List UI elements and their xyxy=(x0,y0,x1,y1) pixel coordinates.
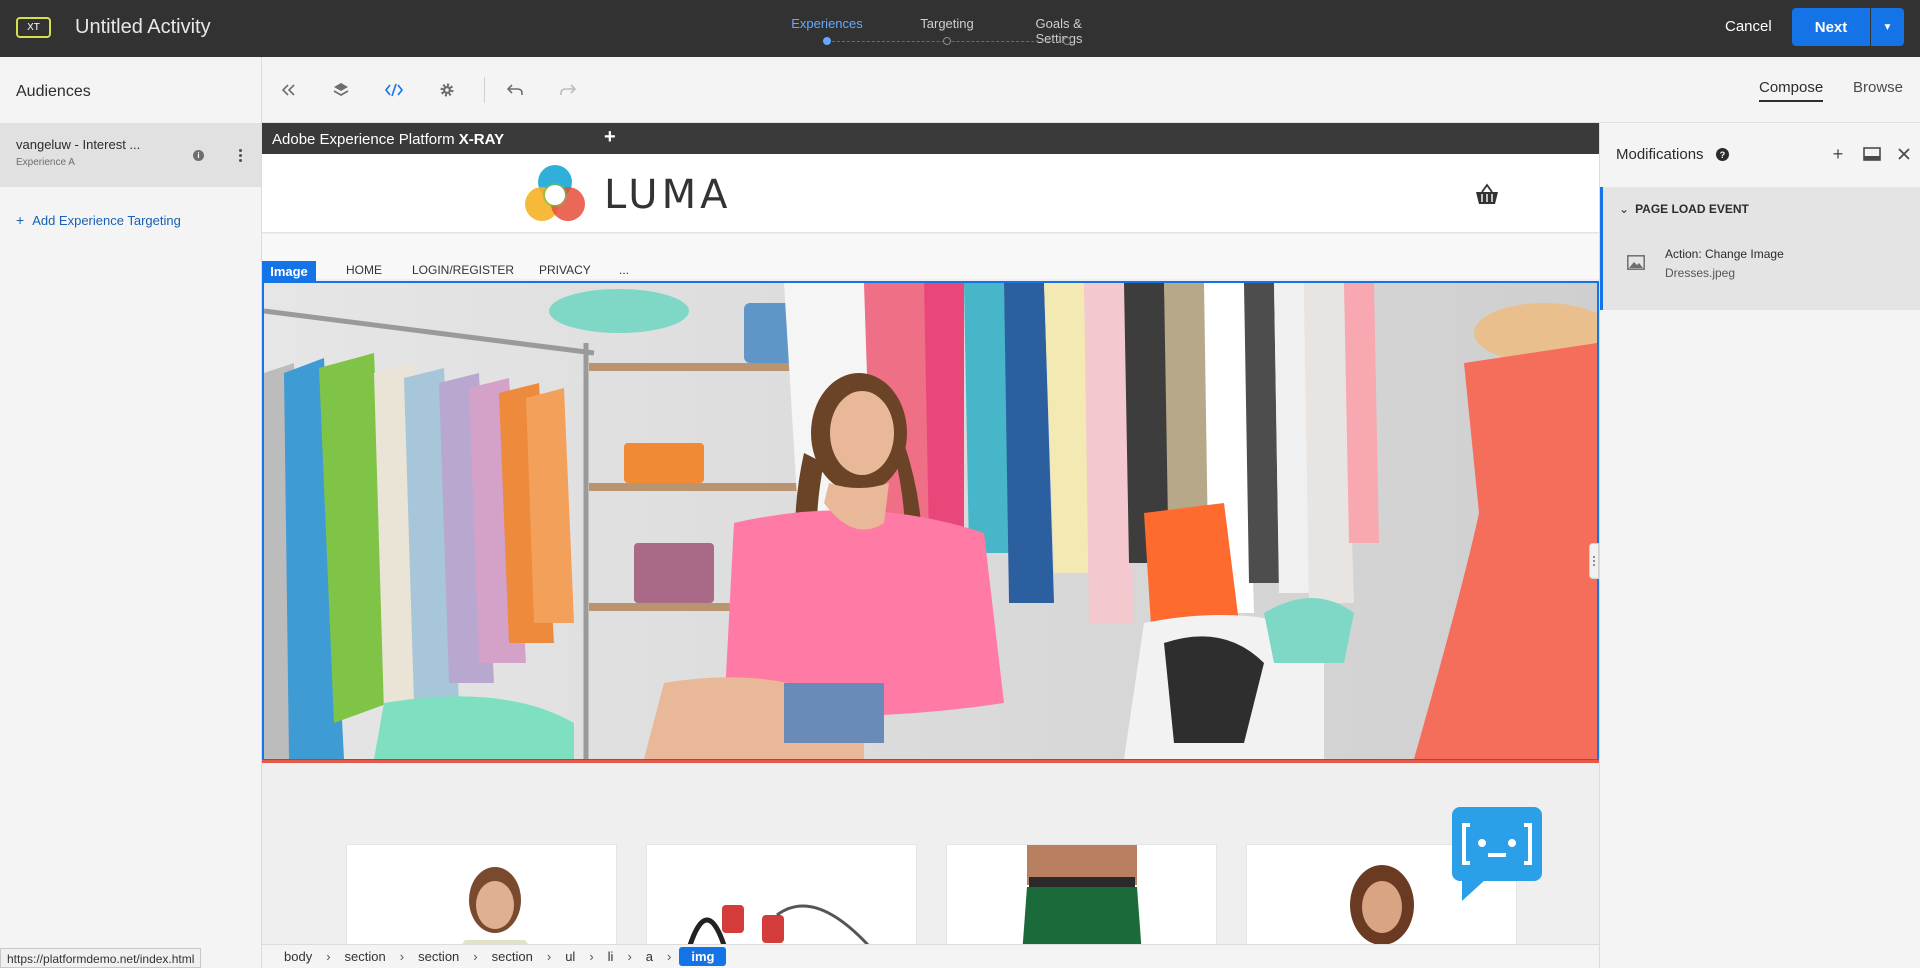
modifications-panel: Modifications ? + ⌄ PAGE LOAD EVENT Actio… xyxy=(1599,123,1920,968)
event-title[interactable]: ⌄ PAGE LOAD EVENT xyxy=(1619,202,1749,216)
site-header: LUMA xyxy=(262,154,1599,233)
next-button[interactable]: Next xyxy=(1792,8,1870,46)
page-load-event-section[interactable]: ⌄ PAGE LOAD EVENT Action: Change Image Dr… xyxy=(1600,187,1920,310)
product-card[interactable] xyxy=(646,844,917,944)
chevron-down-icon: ⌄ xyxy=(1619,202,1630,216)
nav-privacy[interactable]: PRIVACY xyxy=(539,263,591,277)
chevron-right-icon: › xyxy=(326,949,331,964)
top-bar: XT Untitled Activity Experiences Targeti… xyxy=(0,0,1920,57)
crumb-section[interactable]: section xyxy=(339,947,392,966)
nav-login-register[interactable]: LOGIN/REGISTER xyxy=(412,263,514,277)
action-file: Dresses.jpeg xyxy=(1665,266,1736,280)
crumb-section[interactable]: section xyxy=(486,947,539,966)
tab-compose[interactable]: Compose xyxy=(1759,79,1824,102)
chevron-right-icon: › xyxy=(546,949,552,964)
collapse-icon[interactable] xyxy=(275,77,301,103)
hero-image-illustration xyxy=(264,283,1597,759)
plus-icon: + xyxy=(16,212,25,228)
code-icon[interactable] xyxy=(381,77,407,103)
add-targeting-label: Add Experience Targeting xyxy=(32,213,181,228)
xray-title: Adobe Experience Platform X-RAY xyxy=(272,131,505,148)
panel-resize-handle[interactable] xyxy=(1589,543,1599,579)
chevron-right-icon: › xyxy=(399,949,405,964)
product-image xyxy=(1022,845,1142,944)
chevron-right-icon: › xyxy=(473,949,478,964)
step-dot-targeting[interactable] xyxy=(943,37,951,45)
toolbar-divider xyxy=(484,77,485,103)
crumb-body[interactable]: body xyxy=(278,947,318,966)
luma-logo-icon xyxy=(525,165,585,221)
step-targeting[interactable]: Targeting xyxy=(920,16,973,31)
step-dot-experiences[interactable] xyxy=(823,37,831,45)
dock-panel-icon[interactable] xyxy=(1862,144,1882,164)
crumb-img[interactable]: img xyxy=(679,947,727,966)
chevron-down-icon: ▼ xyxy=(1882,21,1893,33)
step-experiences[interactable]: Experiences xyxy=(791,16,863,31)
crumb-ul[interactable]: ul xyxy=(559,947,581,966)
cancel-button[interactable]: Cancel xyxy=(1725,18,1772,35)
crumb-a[interactable]: a xyxy=(640,947,659,966)
page-preview-canvas[interactable]: Adobe Experience Platform X-RAY + LUMA H… xyxy=(262,123,1599,944)
xray-bar: Adobe Experience Platform X-RAY + xyxy=(262,123,1599,154)
gear-icon[interactable] xyxy=(434,77,460,103)
workflow-steps: Experiences Targeting Goals & Settings xyxy=(790,0,1130,57)
activity-title[interactable]: Untitled Activity xyxy=(75,16,211,39)
product-image xyxy=(687,904,870,944)
cart-icon[interactable] xyxy=(1474,182,1500,208)
xt-badge: XT xyxy=(16,17,51,38)
product-image xyxy=(462,867,529,944)
step-dot-goals[interactable] xyxy=(1063,37,1071,45)
nav-more[interactable]: ... xyxy=(619,263,629,277)
add-icon[interactable]: + xyxy=(1828,144,1848,164)
brand-name: LUMA xyxy=(604,172,732,218)
add-experience-targeting-link[interactable]: + Add Experience Targeting xyxy=(16,212,181,228)
close-icon[interactable] xyxy=(1894,144,1914,164)
chevron-right-icon: › xyxy=(627,949,632,964)
info-icon[interactable]: i xyxy=(193,150,204,161)
plus-icon[interactable]: + xyxy=(604,126,616,149)
chevron-right-icon: › xyxy=(667,949,672,964)
crumb-section[interactable]: section xyxy=(412,947,465,966)
redo-icon[interactable] xyxy=(555,77,581,103)
hero-image[interactable] xyxy=(262,281,1599,761)
help-icon[interactable]: ? xyxy=(1716,148,1729,161)
chevron-right-icon: › xyxy=(589,949,594,964)
more-options-icon[interactable] xyxy=(235,144,245,166)
experience-item[interactable]: vangeluw - Interest ... Experience A i xyxy=(0,123,261,187)
experience-subtitle: Experience A xyxy=(16,157,75,168)
editor-toolbar: Compose Browse xyxy=(262,57,1920,123)
product-card[interactable] xyxy=(346,844,617,944)
crumb-li[interactable]: li xyxy=(602,947,620,966)
next-dropdown-button[interactable]: ▼ xyxy=(1871,8,1904,46)
audiences-title: Audiences xyxy=(16,83,91,100)
modifications-title: Modifications xyxy=(1616,146,1704,163)
action-title[interactable]: Action: Change Image xyxy=(1665,247,1784,261)
nav-home[interactable]: HOME xyxy=(346,263,382,277)
image-icon xyxy=(1627,255,1645,270)
selected-element-tag: Image xyxy=(262,261,316,281)
chatbot-icon[interactable] xyxy=(1452,807,1542,901)
audiences-panel: Audiences vangeluw - Interest ... Experi… xyxy=(0,57,262,968)
layers-icon[interactable] xyxy=(328,77,354,103)
tab-browse[interactable]: Browse xyxy=(1853,79,1903,96)
undo-icon[interactable] xyxy=(502,77,528,103)
dom-breadcrumb: body › section › section › section › ul › li ›… xyxy=(262,944,1599,968)
status-url: https://platformdemo.net/index.html xyxy=(0,948,202,968)
experience-name: vangeluw - Interest ... xyxy=(16,137,141,152)
product-card[interactable] xyxy=(946,844,1217,944)
